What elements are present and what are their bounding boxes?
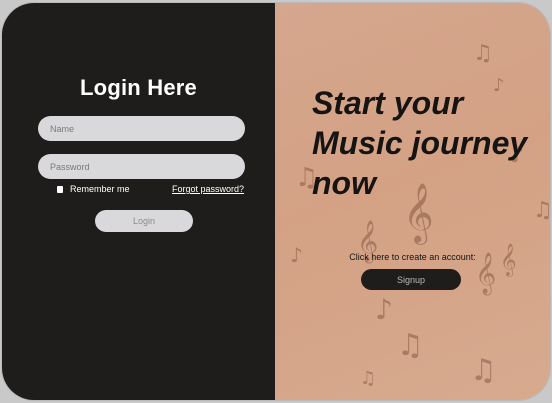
login-button[interactable]: Login (95, 210, 193, 232)
music-note-icon: ♫ (360, 368, 377, 389)
remember-checkbox[interactable] (57, 185, 63, 193)
login-title: Login Here (80, 75, 197, 100)
promo-headline: Start your Music journey now (312, 85, 528, 201)
music-note-icon: ♪ (375, 293, 393, 326)
login-panel: Login Here Remember me Forgot password? … (2, 3, 275, 400)
music-note-icon: ♫ (397, 328, 424, 363)
signup-button[interactable]: Signup (361, 269, 461, 290)
music-note-icon: ♫ (473, 41, 493, 66)
forgot-password-link[interactable]: Forgot password? (172, 184, 244, 194)
password-input[interactable] (38, 154, 245, 179)
promo-panel: ♫ ♪ ♫ 𝄞 𝄞 𝄞 𝄞 ♪ ♫ ♪ ♫ ♫ ♪ ♫ Start your M… (275, 3, 550, 400)
remember-me[interactable]: Remember me (57, 184, 130, 194)
remember-label: Remember me (70, 184, 130, 194)
auth-card: Login Here Remember me Forgot password? … (2, 3, 550, 400)
signup-prompt: Click here to create an account: (349, 252, 476, 262)
music-note-icon: ♫ (470, 353, 497, 388)
name-input[interactable] (38, 116, 245, 141)
